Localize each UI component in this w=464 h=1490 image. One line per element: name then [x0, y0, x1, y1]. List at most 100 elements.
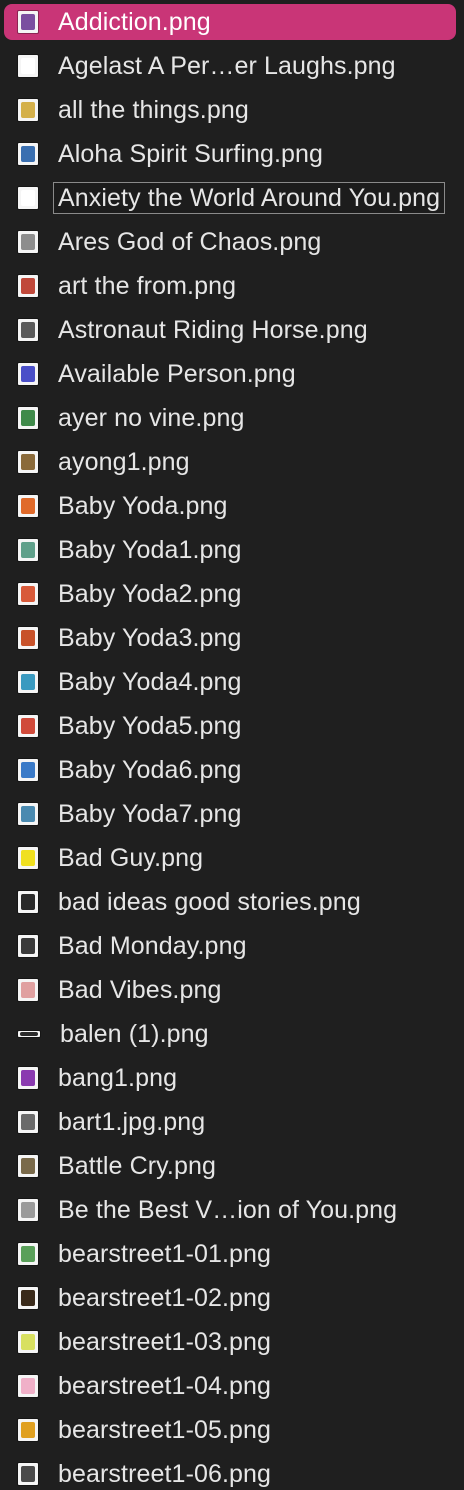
file-row[interactable]: Bad Vibes.png — [4, 972, 456, 1008]
file-name-label: Available Person.png — [58, 360, 296, 388]
image-thumbnail-icon — [18, 1331, 38, 1353]
file-row[interactable]: all the things.png — [4, 92, 456, 128]
image-thumbnail-icon — [18, 55, 38, 77]
image-thumbnail-icon — [18, 187, 38, 209]
image-thumbnail-icon — [18, 11, 38, 33]
image-thumbnail-icon — [18, 451, 38, 473]
file-row[interactable]: bart1.jpg.png — [4, 1104, 456, 1140]
image-thumbnail-icon — [18, 715, 38, 737]
file-row[interactable]: Bad Guy.png — [4, 840, 456, 876]
image-thumbnail-icon — [18, 319, 38, 341]
file-row[interactable]: bearstreet1-05.png — [4, 1412, 456, 1448]
file-name-edit-field[interactable]: Anxiety the World Around You.png — [53, 182, 446, 214]
file-name-label: bearstreet1-06.png — [58, 1460, 272, 1488]
file-name-label: Addiction.png — [58, 8, 211, 36]
image-thumbnail-icon — [18, 275, 38, 297]
file-row[interactable]: Baby Yoda5.png — [4, 708, 456, 744]
file-row[interactable]: art the from.png — [4, 268, 456, 304]
file-row[interactable]: bearstreet1-06.png — [4, 1456, 456, 1490]
file-row[interactable]: Baby Yoda3.png — [4, 620, 456, 656]
file-name-label: Baby Yoda4.png — [58, 668, 242, 696]
file-name-label: Bad Vibes.png — [58, 976, 222, 1004]
image-thumbnail-icon — [18, 1067, 38, 1089]
file-row[interactable]: Aloha Spirit Surfing.png — [4, 136, 456, 172]
file-row[interactable]: bad ideas good stories.png — [4, 884, 456, 920]
file-name-label: Aloha Spirit Surfing.png — [58, 140, 324, 168]
file-name-label: art the from.png — [58, 272, 237, 300]
file-name-label: Baby Yoda.png — [58, 492, 228, 520]
image-thumbnail-icon — [18, 935, 38, 957]
file-row[interactable]: Available Person.png — [4, 356, 456, 392]
file-name-label: Baby Yoda1.png — [58, 536, 242, 564]
file-row[interactable]: Baby Yoda.png — [4, 488, 456, 524]
file-name-label: Baby Yoda7.png — [58, 800, 242, 828]
file-name-label: bearstreet1-05.png — [58, 1416, 272, 1444]
image-thumbnail-icon — [18, 979, 38, 1001]
file-name-label: Baby Yoda3.png — [58, 624, 242, 652]
file-name-label: bearstreet1-03.png — [58, 1328, 272, 1356]
image-thumbnail-icon — [18, 1199, 38, 1221]
file-row[interactable]: Battle Cry.png — [4, 1148, 456, 1184]
file-row[interactable]: Baby Yoda6.png — [4, 752, 456, 788]
file-name-label: all the things.png — [58, 96, 249, 124]
image-thumbnail-icon — [18, 847, 38, 869]
file-row[interactable]: bang1.png — [4, 1060, 456, 1096]
image-thumbnail-icon — [18, 1419, 38, 1441]
image-thumbnail-icon — [18, 891, 38, 913]
image-thumbnail-icon — [18, 495, 38, 517]
file-row[interactable]: Be the Best V…ion of You.png — [4, 1192, 456, 1228]
file-name-label: bearstreet1-01.png — [58, 1240, 272, 1268]
file-row[interactable]: Baby Yoda1.png — [4, 532, 456, 568]
image-thumbnail-icon — [18, 1463, 38, 1485]
file-row[interactable]: ayer no vine.png — [4, 400, 456, 436]
image-thumbnail-icon — [18, 1031, 40, 1037]
image-thumbnail-icon — [18, 671, 38, 693]
file-name-label: Ares God of Chaos.png — [58, 228, 322, 256]
file-name-label: bad ideas good stories.png — [58, 888, 361, 916]
file-row[interactable]: bearstreet1-03.png — [4, 1324, 456, 1360]
file-name-label: bart1.jpg.png — [58, 1108, 206, 1136]
image-thumbnail-icon — [18, 1375, 38, 1397]
file-row[interactable]: ayong1.png — [4, 444, 456, 480]
file-name-label: Baby Yoda5.png — [58, 712, 242, 740]
image-thumbnail-icon — [18, 627, 38, 649]
file-row[interactable]: Astronaut Riding Horse.png — [4, 312, 456, 348]
image-thumbnail-icon — [18, 803, 38, 825]
file-row[interactable]: Ares God of Chaos.png — [4, 224, 456, 260]
file-row[interactable]: Baby Yoda7.png — [4, 796, 456, 832]
file-row[interactable]: Anxiety the World Around You.png — [4, 180, 456, 216]
file-name-label: bang1.png — [58, 1064, 178, 1092]
file-list[interactable]: Addiction.png Agelast A Per…er Laughs.png… — [0, 0, 464, 1490]
file-name-label: Agelast A Per…er Laughs.png — [58, 52, 396, 80]
image-thumbnail-icon — [18, 1243, 38, 1265]
image-thumbnail-icon — [18, 1287, 38, 1309]
image-thumbnail-icon — [18, 407, 38, 429]
file-name-label: bearstreet1-02.png — [58, 1284, 272, 1312]
file-name-label: Bad Guy.png — [58, 844, 204, 872]
file-name-label: Astronaut Riding Horse.png — [58, 316, 368, 344]
file-row[interactable]: balen (1).png — [4, 1016, 456, 1052]
file-row[interactable]: Bad Monday.png — [4, 928, 456, 964]
image-thumbnail-icon — [18, 539, 38, 561]
image-thumbnail-icon — [18, 143, 38, 165]
file-name-label: bearstreet1-04.png — [58, 1372, 272, 1400]
image-thumbnail-icon — [18, 1155, 38, 1177]
file-row[interactable]: bearstreet1-04.png — [4, 1368, 456, 1404]
file-name-label: Baby Yoda6.png — [58, 756, 242, 784]
image-thumbnail-icon — [18, 363, 38, 385]
file-name-label: ayong1.png — [58, 448, 190, 476]
file-row[interactable]: Addiction.png — [4, 4, 456, 40]
file-name-label: Bad Monday.png — [58, 932, 247, 960]
file-name-label: Baby Yoda2.png — [58, 580, 242, 608]
image-thumbnail-icon — [18, 231, 38, 253]
image-thumbnail-icon — [18, 759, 38, 781]
file-row[interactable]: bearstreet1-01.png — [4, 1236, 456, 1272]
file-name-label: Be the Best V…ion of You.png — [58, 1196, 398, 1224]
file-row[interactable]: Baby Yoda4.png — [4, 664, 456, 700]
file-row[interactable]: bearstreet1-02.png — [4, 1280, 456, 1316]
file-row[interactable]: Agelast A Per…er Laughs.png — [4, 48, 456, 84]
image-thumbnail-icon — [18, 583, 38, 605]
file-row[interactable]: Baby Yoda2.png — [4, 576, 456, 612]
file-name-label: ayer no vine.png — [58, 404, 245, 432]
image-thumbnail-icon — [18, 99, 38, 121]
